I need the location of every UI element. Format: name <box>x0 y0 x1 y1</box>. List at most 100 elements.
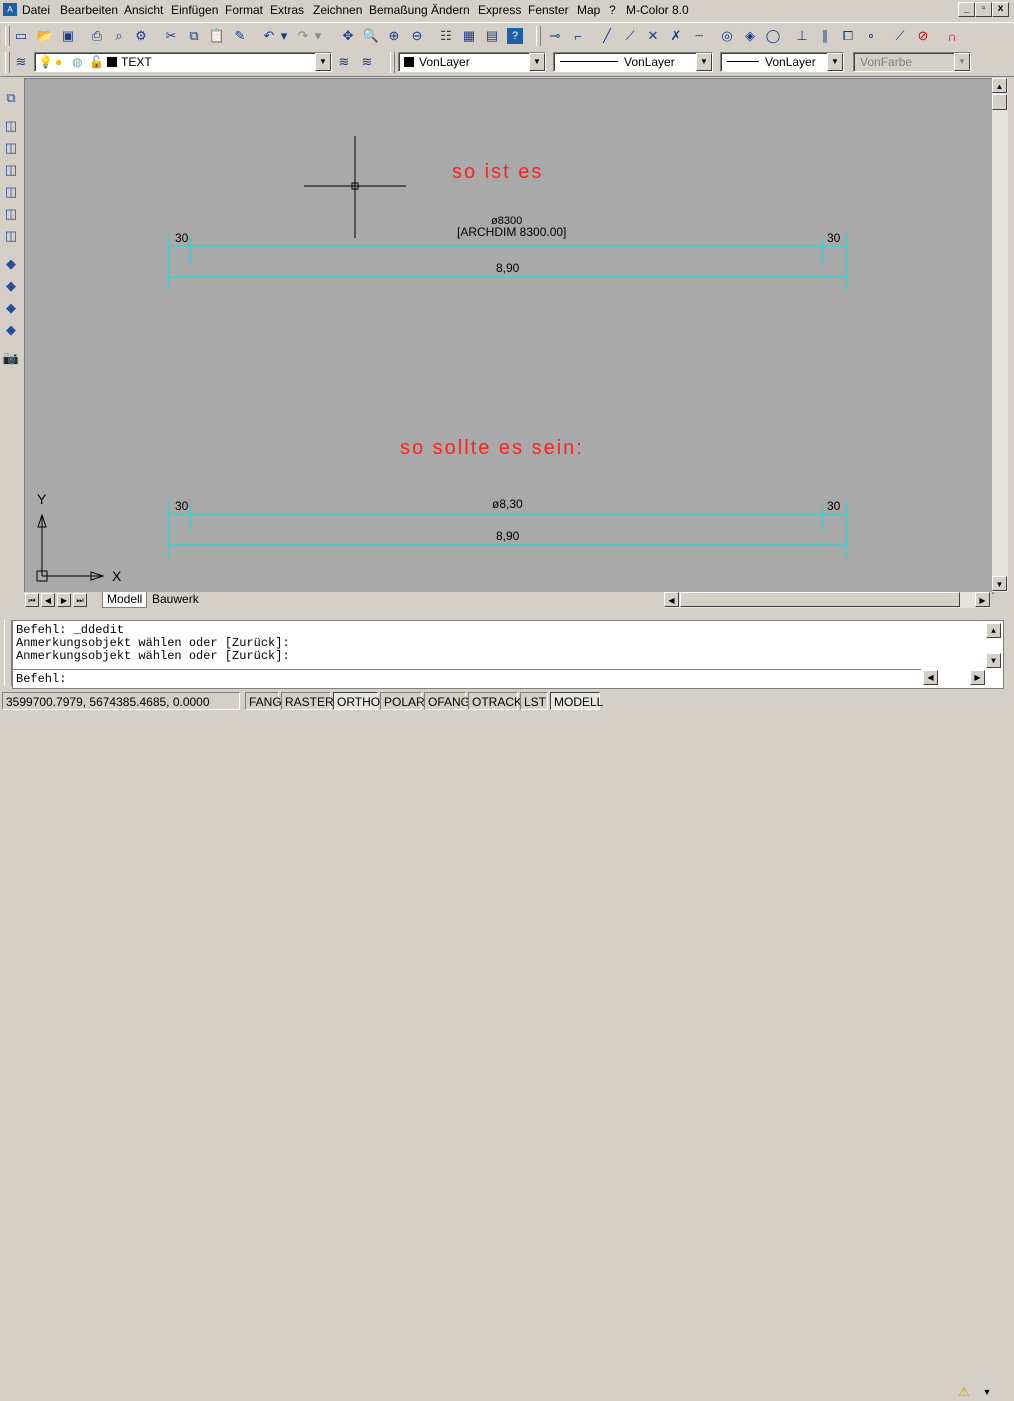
snap-node-icon[interactable]: ∘ <box>861 26 881 46</box>
command-prompt[interactable]: Befehl: <box>16 672 66 686</box>
menu-fenster[interactable]: Fenster <box>528 3 569 17</box>
preview-icon[interactable]: ⌕ <box>109 26 129 46</box>
toggle-raster[interactable]: RASTER <box>281 692 334 710</box>
horizontal-scrollbar[interactable]: ◀ ▶ <box>664 592 990 608</box>
layer-manager-icon[interactable]: ≋ <box>11 52 31 72</box>
pan-icon[interactable]: ✥ <box>338 26 358 46</box>
toggle-otrack[interactable]: OTRACK <box>468 692 522 710</box>
color-combo[interactable]: VonLayer ▼ <box>398 52 546 72</box>
command-scroll-right-icon[interactable]: ▶ <box>970 670 985 685</box>
tab-prev-icon[interactable]: ◀ <box>41 593 55 607</box>
command-scroll-up-icon[interactable]: ▲ <box>986 623 1001 638</box>
snap-intersection-icon[interactable]: ✕ <box>643 26 663 46</box>
app-icon[interactable]: A <box>3 3 17 16</box>
restore-button[interactable]: ▫ <box>975 2 992 17</box>
snap-quadrant-icon[interactable]: ◈ <box>740 26 760 46</box>
iso-se-icon[interactable]: ◆ <box>1 276 21 296</box>
view-bottom-icon[interactable]: ◫ <box>1 138 21 158</box>
toggle-modell[interactable]: MODELL <box>550 692 603 710</box>
menu-extras[interactable]: Extras <box>270 3 304 17</box>
tab-last-icon[interactable]: ⏭ <box>73 593 87 607</box>
snap-settings-icon[interactable]: ∩ <box>942 26 962 46</box>
camera-icon[interactable]: 📷 <box>1 348 21 368</box>
redo-dropdown-icon[interactable]: ▾ <box>313 26 323 46</box>
menu-map[interactable]: Map <box>577 3 600 17</box>
redo-icon[interactable]: ↷ <box>293 26 313 46</box>
menu-aendern[interactable]: Ändern <box>431 3 470 17</box>
vertical-scroll-thumb[interactable] <box>992 94 1007 110</box>
menu-einfuegen[interactable]: Einfügen <box>171 3 218 17</box>
menu-help[interactable]: ? <box>609 3 616 17</box>
scroll-up-icon[interactable]: ▲ <box>992 78 1007 93</box>
vertical-scrollbar[interactable]: ▲ ▼ <box>992 78 1008 592</box>
open-icon[interactable]: 📂 <box>35 26 55 46</box>
view-back-icon[interactable]: ◫ <box>1 226 21 246</box>
toolbar-grip-3[interactable] <box>5 52 10 73</box>
snap-apparent-icon[interactable]: ✗ <box>666 26 686 46</box>
snap-perpendicular-icon[interactable]: ⊥ <box>792 26 812 46</box>
command-scroll-down-icon[interactable]: ▼ <box>986 653 1001 668</box>
snap-extension-icon[interactable]: ┄ <box>689 26 709 46</box>
toolbar-grip[interactable] <box>5 26 10 46</box>
snap-midpoint-icon[interactable]: ⟋ <box>620 26 640 46</box>
menu-datei[interactable]: Datei <box>22 3 50 17</box>
view-left-icon[interactable]: ◫ <box>1 160 21 180</box>
new-icon[interactable]: ▭ <box>11 26 31 46</box>
snap-parallel-icon[interactable]: ∥ <box>815 26 835 46</box>
leader-icon[interactable]: ⌐ <box>568 26 588 46</box>
lineweight-combo[interactable]: VonLayer ▼ <box>720 52 844 72</box>
drawing-area[interactable]: so ist es so sollte es sein: ø8300 [ARCH… <box>24 78 994 594</box>
menu-ansicht[interactable]: Ansicht <box>124 3 163 17</box>
scroll-left-icon[interactable]: ◀ <box>664 592 679 607</box>
undo-dropdown-icon[interactable]: ▾ <box>279 26 289 46</box>
snap-tangent-icon[interactable]: ◯ <box>763 26 783 46</box>
comm-center-icon[interactable]: ⚠ <box>954 1383 974 1401</box>
snap-center-icon[interactable]: ◎ <box>717 26 737 46</box>
zoom-previous-icon[interactable]: ⊖ <box>407 26 427 46</box>
command-grip[interactable] <box>4 620 12 686</box>
zoom-window-icon[interactable]: ⊕ <box>384 26 404 46</box>
cut-icon[interactable]: ✂ <box>161 26 181 46</box>
linetype-combo[interactable]: VonLayer ▼ <box>553 52 713 72</box>
toolbar-grip-2[interactable] <box>536 26 541 46</box>
copy-icon[interactable]: ⧉ <box>184 26 204 46</box>
tab-bauwerk[interactable]: Bauwerk <box>148 592 203 607</box>
zoom-realtime-icon[interactable]: 🔍 <box>361 26 381 46</box>
toolpalette-icon[interactable]: ▤ <box>482 26 502 46</box>
iso-ne-icon[interactable]: ◆ <box>1 298 21 318</box>
horizontal-scroll-thumb[interactable] <box>680 592 960 607</box>
linetype-dropdown-icon[interactable]: ▼ <box>696 53 712 71</box>
undo-icon[interactable]: ↶ <box>259 26 279 46</box>
tab-first-icon[interactable]: ⏮ <box>25 593 39 607</box>
menu-format[interactable]: Format <box>225 3 263 17</box>
tab-modell[interactable]: Modell <box>102 592 148 608</box>
save-icon[interactable]: ▣ <box>58 26 78 46</box>
menu-bearbeiten[interactable]: Bearbeiten <box>60 3 118 17</box>
layer-previous-icon[interactable]: ≋ <box>357 52 377 72</box>
lineweight-dropdown-icon[interactable]: ▼ <box>827 53 843 71</box>
ucs-icon[interactable]: ⧉ <box>1 88 21 108</box>
properties-icon[interactable]: ☷ <box>436 26 456 46</box>
coordinate-display[interactable]: 3599700.7979, 5674385.4685, 0.0000 <box>2 692 240 710</box>
view-top-icon[interactable]: ◫ <box>1 116 21 136</box>
menu-zeichnen[interactable]: Zeichnen <box>313 3 362 17</box>
command-window[interactable]: Befehl: _ddedit Anmerkungsobjekt wählen … <box>12 620 1004 689</box>
toggle-polar[interactable]: POLAR <box>380 692 425 710</box>
close-button[interactable]: x <box>992 2 1009 17</box>
snap-none-icon[interactable]: ⊘ <box>913 26 933 46</box>
layer-dropdown-icon[interactable]: ▼ <box>315 53 331 71</box>
make-current-layer-icon[interactable]: ≋ <box>334 52 354 72</box>
print-icon[interactable]: ⎙ <box>87 26 107 46</box>
toggle-fang[interactable]: FANG <box>245 692 282 710</box>
snap-endpoint-icon[interactable]: ╱ <box>597 26 617 46</box>
menu-bemassung[interactable]: Bemaßung <box>369 3 428 17</box>
publish-icon[interactable]: ⚙ <box>131 26 151 46</box>
toolbar-grip-4[interactable] <box>390 52 395 73</box>
dist-icon[interactable]: ⊸ <box>545 26 565 46</box>
menu-express[interactable]: Express <box>478 3 521 17</box>
layer-combo[interactable]: 💡 ● ◍ 🔓 TEXT ▼ <box>34 52 332 72</box>
scroll-down-icon[interactable]: ▼ <box>992 576 1007 591</box>
snap-insert-icon[interactable]: ⧠ <box>838 26 858 46</box>
snap-nearest-icon[interactable]: ⟋ <box>890 26 910 46</box>
scroll-right-icon[interactable]: ▶ <box>975 592 990 607</box>
